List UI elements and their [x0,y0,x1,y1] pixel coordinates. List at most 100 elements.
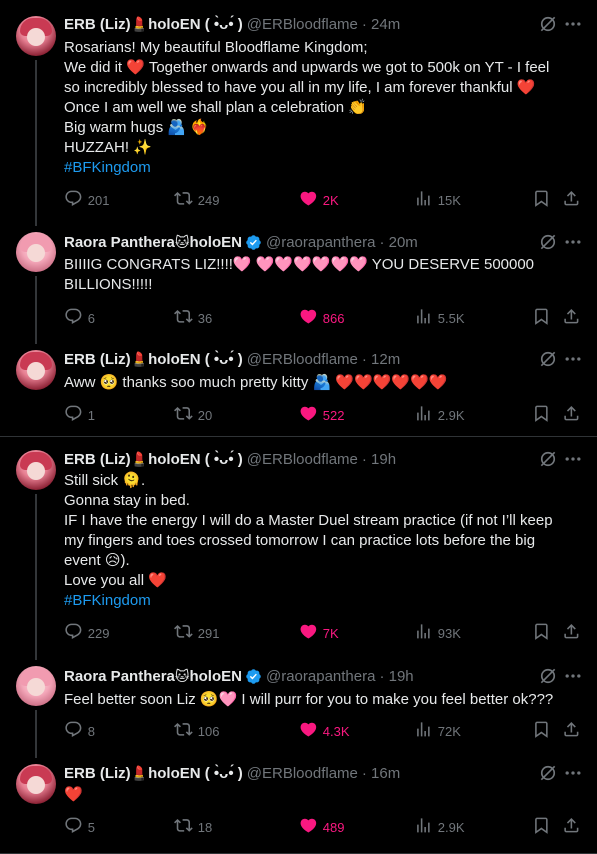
avatar[interactable] [16,764,56,804]
retweet-button[interactable]: 36 [174,308,212,328]
tweet-text-line: Big warm hugs 🫂 ❤️‍🔥 [64,119,209,136]
author-handle[interactable]: @raorapanthera [266,668,375,685]
views-button[interactable]: 72K [414,721,461,741]
retweet-button[interactable]: 291 [174,623,219,643]
reply-count: 1 [87,407,95,423]
author-name[interactable]: ERB (Liz)💄holoEN ( •̀ᴗ•́ ) [64,16,243,33]
more-options-icon[interactable] [563,666,583,686]
grok-icon[interactable] [538,14,558,34]
avatar[interactable] [16,350,56,390]
bookmark-icon [532,307,551,329]
bookmark-button[interactable] [532,623,551,643]
author-name-text: ERB (Liz) [64,350,131,368]
author-name[interactable]: ERB (Liz)💄holoEN ( •̀ᴗ•́ ) [64,451,243,468]
author-name-text: ERB (Liz) [64,15,131,33]
tweet-timestamp[interactable]: · 20m [379,234,417,251]
share-icon [562,404,581,426]
author-handle[interactable]: @raorapanthera [266,234,375,251]
like-icon [299,816,318,838]
author-handle[interactable]: @ERBloodflame [247,351,358,368]
share-icon [562,189,581,211]
views-icon [414,404,433,426]
like-button[interactable]: 4.3K [299,721,350,741]
retweet-button[interactable]: 106 [174,721,219,741]
like-button[interactable]: 866 [299,308,344,328]
tweet-text: ❤️ [64,785,584,805]
share-button[interactable] [562,405,581,425]
hashtag-link[interactable]: #BFKingdom [64,158,584,178]
bookmark-button[interactable] [532,190,551,210]
tweet-text: Feel better soon Liz 🥺🩷 I will purr for … [64,690,584,710]
verified-badge-icon [245,234,262,251]
tweet-text-line: Once I am well we shall plan a celebrati… [64,99,367,116]
hashtag-link[interactable]: #BFKingdom [64,591,584,611]
views-button[interactable]: 15K [414,190,461,210]
author-name[interactable]: ERB (Liz)💄holoEN ( •̀ᴗ•́ ) [64,351,243,368]
grok-icon[interactable] [538,349,558,369]
tweet-timestamp[interactable]: · 19h [379,668,413,685]
tweet-timestamp[interactable]: · 16m [362,765,400,782]
reply-button[interactable]: 6 [64,308,95,328]
avatar[interactable] [16,232,56,272]
author-handle[interactable]: @ERBloodflame [247,765,358,782]
bookmark-button[interactable] [532,308,551,328]
tweet-timestamp[interactable]: · 12m [362,351,400,368]
like-button[interactable]: 2K [299,190,339,210]
share-button[interactable] [562,308,581,328]
reply-button[interactable]: 1 [64,405,95,425]
more-options-icon[interactable] [563,14,583,34]
reply-button[interactable]: 201 [64,190,109,210]
retweet-button[interactable]: 249 [174,190,219,210]
views-button[interactable]: 93K [414,623,461,643]
reply-button[interactable]: 8 [64,721,95,741]
bookmark-button[interactable] [532,405,551,425]
grok-icon[interactable] [538,232,558,252]
author-name[interactable]: ERB (Liz)💄holoEN ( •̀ᴗ•́ ) [64,765,243,782]
bookmark-button[interactable] [532,817,551,837]
share-button[interactable] [562,817,581,837]
thread-connector-line [35,276,37,344]
views-button[interactable]: 2.9K [414,405,465,425]
more-options-icon[interactable] [563,449,583,469]
avatar[interactable] [16,450,56,490]
share-button[interactable] [562,190,581,210]
avatar[interactable] [16,666,56,706]
tweet-text-line: so incredibly blessed to have you all in… [64,79,536,96]
tweet-timestamp[interactable]: · 19h [362,451,396,468]
views-button[interactable]: 5.5K [414,308,465,328]
avatar[interactable] [16,16,56,56]
author-kaomoji: •̀ᴗ•́ ) [209,450,243,468]
author-name[interactable]: Raora Panthera🐱holoEN [64,234,242,251]
author-kaomoji: •̀ᴗ•́ ) [209,764,243,782]
bookmark-button[interactable] [532,721,551,741]
like-button[interactable]: 7K [299,623,339,643]
reply-button[interactable]: 5 [64,817,95,837]
retweet-button[interactable]: 20 [174,405,212,425]
like-button[interactable]: 522 [299,405,344,425]
bookmark-icon [532,404,551,426]
grok-icon[interactable] [538,449,558,469]
author-name-suffix: holoEN [189,233,242,251]
author-name[interactable]: Raora Panthera🐱holoEN [64,668,242,685]
share-button[interactable] [562,721,581,741]
retweet-button[interactable]: 18 [174,817,212,837]
author-handle[interactable]: @ERBloodflame [247,16,358,33]
like-icon [299,720,318,742]
share-button[interactable] [562,623,581,643]
author-handle[interactable]: @ERBloodflame [247,451,358,468]
reply-button[interactable]: 229 [64,623,109,643]
like-button[interactable]: 489 [299,817,344,837]
tweet-timestamp[interactable]: · 24m [362,16,400,33]
views-button[interactable]: 2.9K [414,817,465,837]
more-options-icon[interactable] [563,349,583,369]
author-name-text: ERB (Liz) [64,764,131,782]
reply-icon [64,189,83,211]
author-name-text: Raora Panthera [64,667,175,685]
tweet-text-line: We did it ❤️ Together onwards and upward… [64,59,550,76]
grok-icon[interactable] [538,666,558,686]
tweet-header: ERB (Liz)💄holoEN ( •̀ᴗ•́ ) @ERBloodflame ·… [64,14,400,34]
grok-icon[interactable] [538,763,558,783]
more-options-icon[interactable] [563,232,583,252]
more-options-icon[interactable] [563,763,583,783]
reply-icon [64,816,83,838]
